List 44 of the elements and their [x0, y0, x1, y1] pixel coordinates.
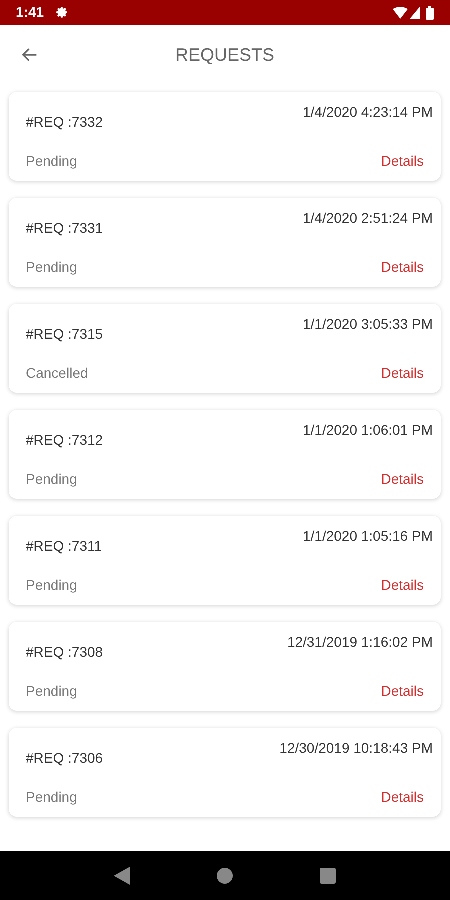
request-number: #REQ :7312 [26, 431, 104, 450]
request-status: Pending [26, 152, 78, 171]
request-date: 1/1/2020 1:05:16 PM [303, 527, 433, 546]
request-number: #REQ :7306 [26, 749, 104, 768]
details-link[interactable]: Details [381, 469, 424, 490]
request-number: #REQ :7331 [26, 219, 104, 238]
status-time: 1:41 [16, 3, 44, 22]
page-title: REQUESTS [175, 44, 275, 66]
signal-icon [410, 6, 420, 18]
request-card[interactable]: #REQ :7306 12/30/2019 10:18:43 PM Pending Details [9, 728, 441, 817]
request-number: #REQ :7311 [26, 537, 102, 556]
request-date: 12/31/2019 1:16:02 PM [287, 633, 433, 652]
request-status: Pending [26, 576, 78, 595]
wifi-icon [393, 6, 408, 18]
request-date: 1/1/2020 1:06:01 PM [303, 421, 433, 440]
request-card[interactable]: #REQ :7332 1/4/2020 4:23:14 PM Pending Details [9, 92, 441, 181]
request-card[interactable]: #REQ :7308 12/31/2019 1:16:02 PM Pending Details [9, 622, 441, 711]
request-status: Cancelled [26, 364, 88, 383]
details-link[interactable]: Details [381, 787, 424, 808]
request-date: 1/1/2020 3:05:33 PM [303, 315, 433, 334]
settings-icon [56, 6, 70, 19]
home-icon[interactable] [216, 868, 233, 884]
request-card[interactable]: #REQ :7312 1/1/2020 1:06:01 PM Pending Details [9, 410, 441, 499]
details-link[interactable]: Details [381, 575, 424, 596]
request-date: 12/30/2019 10:18:43 PM [280, 739, 433, 758]
request-number: #REQ :7315 [26, 325, 104, 344]
request-status: Pending [26, 682, 78, 701]
request-card[interactable]: #REQ :7331 1/4/2020 2:51:24 PM Pending Details [9, 198, 441, 287]
recents-icon[interactable] [320, 868, 336, 884]
request-date: 1/4/2020 4:23:14 PM [303, 103, 433, 122]
request-status: Pending [26, 470, 78, 489]
details-link[interactable]: Details [381, 151, 424, 172]
details-link[interactable]: Details [381, 681, 424, 702]
details-link[interactable]: Details [381, 257, 424, 278]
request-number: #REQ :7308 [26, 643, 104, 662]
request-date: 1/4/2020 2:51:24 PM [303, 209, 433, 228]
request-number: #REQ :7332 [26, 113, 104, 132]
request-card[interactable]: #REQ :7315 1/1/2020 3:05:33 PM Cancelled Details [9, 304, 441, 393]
battery-icon [426, 6, 434, 20]
request-status: Pending [26, 258, 78, 277]
request-card[interactable]: #REQ :7311 1/1/2020 1:05:16 PM Pending Details [9, 516, 441, 605]
back-icon[interactable] [114, 866, 130, 884]
details-link[interactable]: Details [381, 363, 424, 384]
request-status: Pending [26, 788, 78, 807]
